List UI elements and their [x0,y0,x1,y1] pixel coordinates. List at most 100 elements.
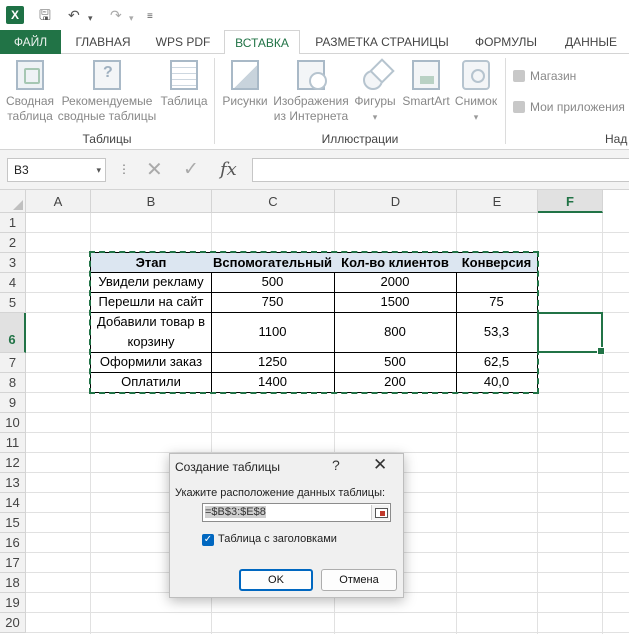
formula-input[interactable] [252,158,629,182]
table-cell[interactable]: 750 [211,292,335,313]
table-cell[interactable]: 1400 [211,372,335,393]
ribbon: Сводная таблица Рекомендуемые сводные та… [0,54,629,150]
row-header-2[interactable]: 2 [0,233,26,253]
tab-formulas[interactable]: ФОРМУЛЫ [466,30,546,54]
excel-logo-icon: X [6,6,24,24]
tab-file[interactable]: ФАЙЛ [0,30,61,54]
table-cell[interactable]: 75 [456,292,538,313]
table-cell[interactable]: Перешли на сайт [90,292,212,313]
group-label-illustrations: Иллюстрации [321,132,399,146]
has-headers-checkbox[interactable]: ✓ [202,534,214,546]
group-separator [505,58,506,144]
active-cell[interactable] [537,312,605,355]
table-header-cell[interactable]: Кол-во клиентов [334,252,457,273]
table-cell[interactable] [456,272,538,293]
column-header-b[interactable]: B [91,190,212,213]
has-headers-label[interactable]: Таблица с заголовками [218,533,337,545]
redo-icon[interactable]: ↷ [110,7,122,23]
column-header-d[interactable]: D [335,190,457,213]
row-header-3[interactable]: 3 [0,253,26,273]
row-header-9[interactable]: 9 [0,393,26,413]
column-header-f[interactable]: F [538,190,603,213]
row-header-8[interactable]: 8 [0,373,26,393]
formula-bar-buttons: ✕ ✓ fx [136,156,246,184]
column-header-a[interactable]: A [26,190,91,213]
row-header-10[interactable]: 10 [0,413,26,433]
table-header-cell[interactable]: Конверсия [456,252,538,273]
table-cell[interactable]: 53,3 [456,312,538,353]
column-header-c[interactable]: C [212,190,335,213]
row-header-4[interactable]: 4 [0,273,26,293]
recommended-pivot-button[interactable]: Рекомендуемые сводные таблицы [57,60,157,124]
cancel-button[interactable]: Отмена [321,569,397,591]
collapse-dialog-icon[interactable] [371,505,389,520]
range-prompt-label: Укажите расположение данных таблицы: [175,487,386,499]
ok-button[interactable]: OK [239,569,313,591]
table-cell[interactable]: 500 [334,352,457,373]
confirm-entry-icon[interactable]: ✓ [183,158,199,181]
row-header-1[interactable]: 1 [0,213,26,233]
store-button[interactable]: Магазин [513,69,576,83]
row-header-14[interactable]: 14 [0,493,26,513]
redo-dropdown-icon[interactable]: ▾ [129,10,134,26]
table-cell[interactable]: Добавили товар в корзину [90,312,212,353]
table-cell[interactable]: 1250 [211,352,335,373]
online-pictures-button[interactable]: Изображения из Интернета [271,60,351,124]
table-cell[interactable]: 1100 [211,312,335,353]
smartart-button[interactable]: SmartArt [400,60,452,109]
table-cell[interactable]: Увидели рекламу [90,272,212,293]
table-header-cell[interactable]: Вспомогательный [211,252,335,273]
table-cell[interactable]: 40,0 [456,372,538,393]
name-box-dropdown-icon[interactable]: ▾ [96,159,101,181]
undo-dropdown-icon[interactable]: ▾ [88,10,93,26]
pivot-table-icon [16,60,44,90]
row-header-7[interactable]: 7 [0,353,26,373]
row-header-6[interactable]: 6 [0,313,26,353]
row-header-18[interactable]: 18 [0,573,26,593]
shapes-button[interactable]: Фигуры ▾ [351,60,399,125]
row-header-20[interactable]: 20 [0,613,26,633]
table-cell[interactable]: 2000 [334,272,457,293]
camera-icon [462,60,490,90]
table-cell[interactable]: 200 [334,372,457,393]
table-button[interactable]: Таблица [158,60,210,109]
tab-data[interactable]: ДАННЫЕ [556,30,626,54]
customize-toolbar-icon[interactable]: ≡ [147,9,153,25]
row-gridline [26,412,629,413]
table-cell[interactable]: Оплатили [90,372,212,393]
tab-home[interactable]: ГЛАВНАЯ [67,30,139,54]
table-cell[interactable]: Оформили заказ [90,352,212,373]
table-cell[interactable]: 62,5 [456,352,538,373]
table-cell[interactable]: 800 [334,312,457,353]
table-cell[interactable]: 1500 [334,292,457,313]
store-icon [513,70,525,82]
cancel-entry-icon[interactable]: ✕ [146,157,163,182]
row-header-12[interactable]: 12 [0,453,26,473]
table-cell[interactable]: 500 [211,272,335,293]
tab-page-layout[interactable]: РАЗМЕТКА СТРАНИЦЫ [309,30,455,54]
row-header-16[interactable]: 16 [0,533,26,553]
save-icon[interactable]: 🖫 [39,7,51,23]
tab-insert[interactable]: ВСТАВКА [224,30,300,55]
help-icon[interactable]: ? [332,457,340,473]
close-icon[interactable]: ✕ [373,455,387,475]
my-apps-button[interactable]: Мои приложения [513,100,625,114]
table-header-cell[interactable]: Этап [90,252,212,273]
undo-icon[interactable]: ↶ [68,7,80,23]
screenshot-button[interactable]: Снимок ▾ [452,60,500,125]
row-header-15[interactable]: 15 [0,513,26,533]
row-header-19[interactable]: 19 [0,593,26,613]
row-header-17[interactable]: 17 [0,553,26,573]
row-header-11[interactable]: 11 [0,433,26,453]
row-header-5[interactable]: 5 [0,293,26,313]
range-input[interactable]: =$B$3:$E$8 [202,503,391,522]
tab-wps-pdf[interactable]: WPS PDF [147,30,219,54]
pivot-table-button[interactable]: Сводная таблица [4,60,56,124]
column-gridline [602,213,603,634]
pictures-button[interactable]: Рисунки [219,60,271,109]
select-all-corner[interactable] [0,190,26,213]
row-header-13[interactable]: 13 [0,473,26,493]
insert-function-icon[interactable]: fx [220,159,237,180]
name-box[interactable]: B3 ▾ [7,158,106,182]
column-header-e[interactable]: E [457,190,538,213]
